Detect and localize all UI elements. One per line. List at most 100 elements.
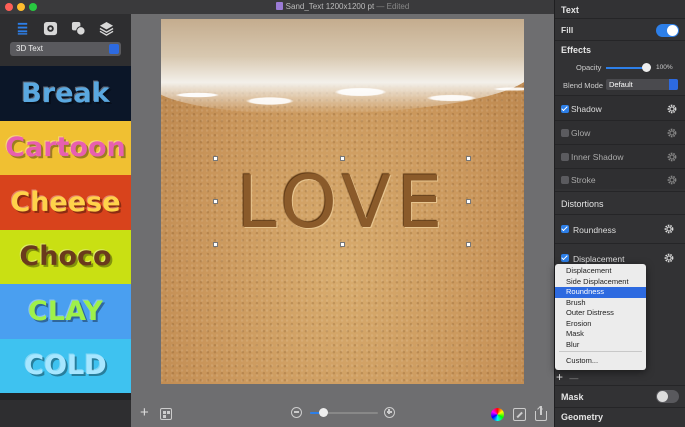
resize-handle[interactable] — [466, 242, 471, 247]
divider — [555, 144, 685, 145]
menu-item-displacement[interactable]: Displacement — [555, 266, 646, 277]
sidebar-toolbar — [0, 14, 131, 41]
minimize-window-button[interactable] — [17, 3, 25, 11]
distortions-section-header: Distortions — [561, 199, 604, 209]
preset-category-label: 3D Text — [16, 44, 43, 53]
foam-overlay — [161, 59, 524, 119]
stroke-label: Stroke — [571, 175, 596, 185]
stroke-checkbox[interactable] — [561, 176, 569, 184]
grid-icon[interactable] — [160, 408, 172, 420]
opacity-value: 100% — [656, 64, 673, 71]
menu-item-mask[interactable]: Mask — [555, 329, 646, 340]
stroke-settings-gear-icon[interactable] — [666, 174, 678, 186]
remove-distortion-button[interactable]: — — [569, 373, 578, 383]
glow-settings-gear-icon[interactable] — [666, 127, 678, 139]
zoom-out-icon[interactable] — [291, 407, 302, 418]
chevron-updown-icon — [109, 44, 119, 54]
preset-break[interactable]: Break — [0, 66, 131, 121]
displacement-settings-gear-icon[interactable] — [663, 252, 675, 264]
roundness-checkbox[interactable] — [561, 225, 569, 233]
opacity-label: Opacity — [576, 63, 602, 72]
gear-icon[interactable] — [41, 19, 59, 37]
resize-handle[interactable] — [340, 242, 345, 247]
menu-item-side-displacement[interactable]: Side Displacement — [555, 277, 646, 288]
displacement-label: Displacement — [573, 254, 625, 264]
layers-icon[interactable] — [97, 19, 115, 37]
effects-section-header: Effects — [561, 45, 592, 55]
preset-cold[interactable]: COLD — [0, 338, 131, 393]
document-title: Sand_Text 1200x1200 pt — Edited — [131, 0, 554, 14]
resize-handle[interactable] — [466, 156, 471, 161]
preset-list: Break Cartoon Cheese Choco CLAY COLD — [0, 66, 131, 415]
inner-shadow-label: Inner Shadow — [571, 152, 624, 162]
divider — [555, 40, 685, 41]
blend-mode-label: Blend Mode — [563, 81, 604, 90]
roundness-settings-gear-icon[interactable] — [663, 223, 675, 235]
distortion-popup-menu: Displacement Side Displacement Roundness… — [555, 264, 646, 370]
menu-item-custom[interactable]: Custom... — [555, 356, 646, 367]
opacity-slider-knob[interactable] — [642, 63, 651, 72]
menu-item-roundness[interactable]: Roundness — [555, 287, 646, 298]
edited-status: — Edited — [376, 2, 410, 11]
fill-label: Fill — [561, 25, 574, 35]
document-icon — [275, 2, 283, 10]
divider — [555, 18, 685, 19]
chevron-updown-icon — [669, 79, 678, 90]
divider — [555, 243, 685, 244]
preset-label: Cartoon — [5, 132, 126, 164]
inner-shadow-settings-gear-icon[interactable] — [666, 151, 678, 163]
menu-item-outer-distress[interactable]: Outer Distress — [555, 308, 646, 319]
canvas-text[interactable]: LOVE — [215, 158, 470, 246]
share-icon[interactable] — [535, 406, 547, 421]
maximize-window-button[interactable] — [29, 3, 37, 11]
blend-mode-select[interactable]: Default — [606, 79, 678, 90]
mask-section-header: Mask — [561, 392, 584, 402]
preset-label: Cheese — [10, 186, 121, 218]
mask-toggle[interactable] — [656, 390, 679, 403]
fit-icon[interactable] — [513, 408, 526, 421]
glow-checkbox[interactable] — [561, 129, 569, 137]
preset-label: COLD — [24, 350, 107, 382]
resize-handle[interactable] — [466, 199, 471, 204]
add-distortion-button[interactable]: + — [556, 370, 563, 384]
add-remove-distortion: + — — [556, 371, 586, 383]
fill-toggle[interactable] — [656, 24, 679, 37]
zoom-slider-knob[interactable] — [319, 408, 328, 417]
blend-mode-value: Default — [609, 80, 633, 89]
add-preset-button[interactable]: + — [140, 405, 152, 420]
preset-cheese[interactable]: Cheese — [0, 175, 131, 230]
displacement-checkbox[interactable] — [561, 254, 569, 262]
resize-handle[interactable] — [213, 156, 218, 161]
divider — [555, 191, 685, 192]
shadow-checkbox[interactable] — [561, 105, 569, 113]
preset-choco[interactable]: Choco — [0, 229, 131, 284]
glow-label: Glow — [571, 128, 591, 138]
inner-shadow-checkbox[interactable] — [561, 153, 569, 161]
color-wheel-icon[interactable] — [491, 408, 504, 421]
menu-item-erosion[interactable]: Erosion — [555, 319, 646, 330]
menu-separator — [559, 351, 642, 352]
resize-handle[interactable] — [213, 242, 218, 247]
list-icon[interactable] — [13, 19, 31, 37]
divider — [555, 407, 685, 408]
shadow-settings-gear-icon[interactable] — [666, 103, 678, 115]
preset-category-select[interactable]: 3D Text — [10, 42, 121, 56]
text-section-header: Text — [561, 5, 579, 15]
resize-handle[interactable] — [340, 156, 345, 161]
preset-cartoon[interactable]: Cartoon — [0, 120, 131, 175]
shapes-icon[interactable] — [69, 19, 87, 37]
geometry-section-header: Geometry — [561, 412, 604, 422]
preset-label: CLAY — [28, 295, 103, 327]
zoom-in-icon[interactable] — [384, 407, 395, 418]
close-window-button[interactable] — [5, 3, 13, 11]
divider — [555, 168, 685, 169]
divider — [555, 214, 685, 215]
menu-item-brush[interactable]: Brush — [555, 298, 646, 309]
preset-label: Choco — [19, 241, 112, 273]
preset-label: Break — [21, 77, 110, 109]
preset-clay[interactable]: CLAY — [0, 284, 131, 339]
resize-handle[interactable] — [213, 199, 218, 204]
menu-item-blur[interactable]: Blur — [555, 340, 646, 351]
shadow-label: Shadow — [571, 104, 602, 114]
divider — [555, 120, 685, 121]
